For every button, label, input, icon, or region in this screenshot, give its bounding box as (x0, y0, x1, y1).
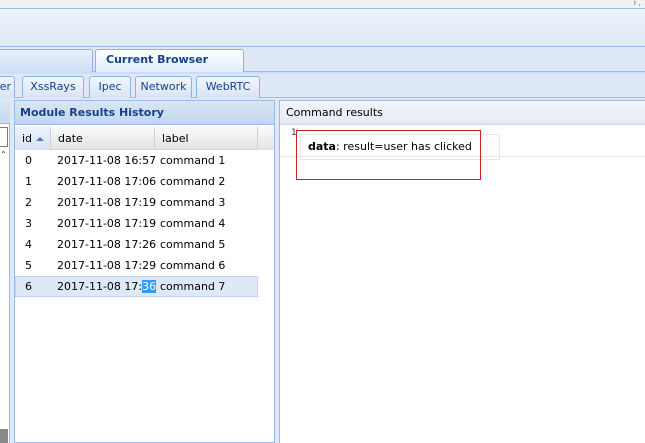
cell-label: command 6 (160, 259, 226, 272)
header-band (0, 9, 645, 47)
cell-date: 2017-11-08 16:57 (57, 154, 157, 167)
cell-label: command 7 (160, 280, 226, 293)
module-tree-header (0, 100, 10, 124)
cell-id: 0 (25, 154, 32, 167)
cell-label: command 1 (160, 154, 226, 167)
table-row[interactable]: 3 2017-11-08 17:19 command 4 (15, 213, 258, 234)
cell-id: 1 (25, 175, 32, 188)
cell-label: command 5 (160, 238, 226, 251)
cell-date: 2017-11-08 17:19 (57, 196, 157, 209)
column-header-date[interactable]: date (51, 127, 155, 150)
cell-id: 4 (25, 238, 32, 251)
cell-date: 2017-11-08 17:26 (57, 238, 157, 251)
table-row-selected[interactable]: 6 2017-11-08 17:36 command 7 (15, 276, 258, 297)
command-results-panel: Command results 1 data: result=user has … (279, 100, 645, 443)
highlight-box (296, 130, 481, 180)
window-control-icon[interactable]: ı , (634, 0, 641, 7)
cell-label: command 4 (160, 217, 226, 230)
cell-id: 3 (25, 217, 32, 230)
top-window-strip: ı , (0, 0, 645, 9)
table-row[interactable]: 0 2017-11-08 16:57 command 1 (15, 150, 258, 171)
cell-label: command 3 (160, 196, 226, 209)
tab-network[interactable]: Network (135, 76, 192, 98)
module-results-title: Module Results History (15, 101, 274, 125)
module-results-panel: Module Results History id date label 0 2… (14, 100, 275, 443)
tab-current-browser[interactable]: Current Browser (95, 49, 244, 73)
tab-xssrays[interactable]: XssRays (22, 76, 84, 98)
cell-id: 5 (25, 259, 32, 272)
cell-id: 6 (25, 280, 32, 293)
cell-id: 2 (25, 196, 32, 209)
tab-webrtc[interactable]: WebRTC (196, 76, 260, 98)
cell-date: 2017-11-08 17:19 (57, 217, 157, 230)
main-tab-bar: Current Browser (0, 48, 645, 73)
module-tab-bar: er XssRays Ipec Network WebRTC (0, 74, 645, 98)
table-row[interactable]: 2 2017-11-08 17:19 command 3 (15, 192, 258, 213)
module-tree-panel: ⌃ (0, 100, 10, 443)
cell-date: 2017-11-08 17:06 (57, 175, 157, 188)
module-search-input[interactable] (0, 127, 8, 147)
cell-label: command 2 (160, 175, 226, 188)
command-results-title: Command results (280, 101, 645, 125)
tab-previous[interactable] (0, 49, 93, 72)
cell-date: 2017-11-08 17:29 (57, 259, 157, 272)
table-row[interactable]: 4 2017-11-08 17:26 command 5 (15, 234, 258, 255)
grid-header-spacer (257, 127, 274, 150)
tab-partial[interactable]: er (0, 76, 15, 98)
module-tree-scrollbar[interactable] (0, 429, 8, 443)
column-header-label[interactable]: label (155, 127, 258, 150)
cell-date: 2017-11-08 17:36 (47, 276, 157, 297)
column-header-id-label: id (22, 132, 33, 145)
tab-ipec[interactable]: Ipec (89, 76, 131, 98)
collapse-arrow-icon[interactable]: ⌃ (0, 150, 7, 159)
table-row[interactable]: 5 2017-11-08 17:29 command 6 (15, 255, 258, 276)
table-row[interactable]: 1 2017-11-08 17:06 command 2 (15, 171, 258, 192)
cell-date-text: 2017-11-08 17: (57, 280, 143, 293)
results-grid-header: id date label (15, 127, 274, 150)
sort-ascending-icon (36, 137, 45, 141)
column-header-id[interactable]: id (15, 127, 51, 150)
